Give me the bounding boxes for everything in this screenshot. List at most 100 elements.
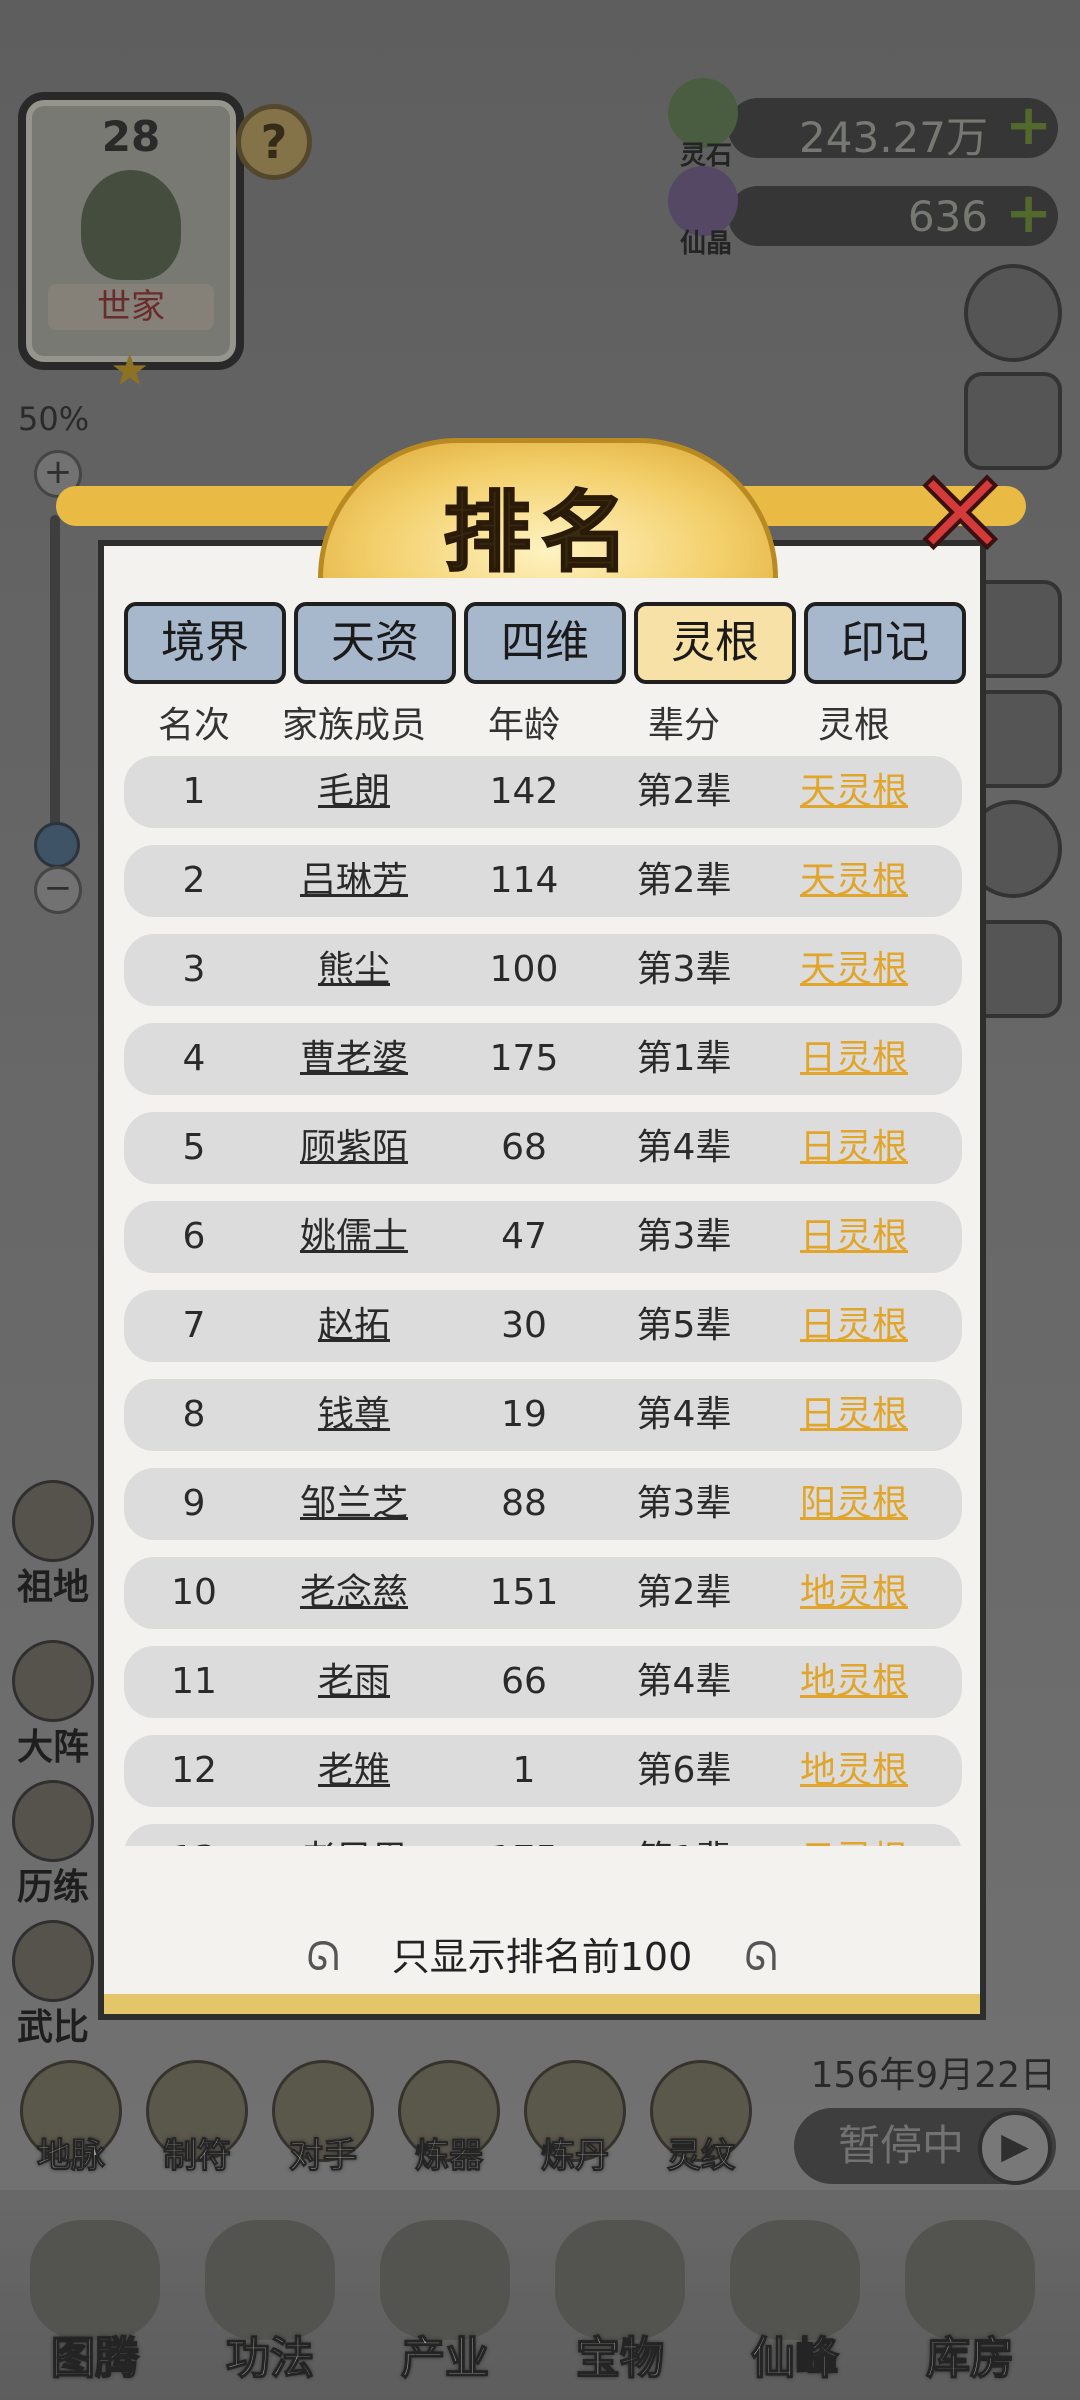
member-name-link[interactable]: 老雉 — [254, 1735, 454, 1807]
spirit-root-link[interactable]: 天灵根 — [764, 845, 944, 917]
play-icon[interactable]: ▶ — [978, 2111, 1052, 2185]
ranking-row[interactable]: 4 曹老婆 175 第1辈 日灵根 — [124, 1023, 962, 1095]
ranking-row[interactable]: 2 吕琳芳 114 第2辈 天灵根 — [124, 845, 962, 917]
function-forging[interactable]: 炼器 — [394, 2060, 504, 2211]
settings-icon[interactable] — [964, 264, 1062, 362]
ranking-row[interactable]: 6 姚儒士 47 第3辈 日灵根 — [124, 1201, 962, 1273]
function-label: 对手 — [289, 2136, 358, 2177]
close-button[interactable]: ✕ — [908, 454, 1013, 578]
pause-button[interactable]: 暂停中 ▶ — [794, 2108, 1056, 2185]
row-rank: 6 — [182, 1216, 206, 1257]
family-rank-title: 世家 — [48, 284, 214, 330]
nav-techniques[interactable]: 功法 — [185, 2220, 355, 2386]
left-item-ancestral-land[interactable]: 祖地 — [10, 1480, 96, 1610]
tab-mark[interactable]: 印记 — [804, 602, 966, 684]
nav-treasures[interactable]: 宝物 — [535, 2220, 705, 2386]
ranking-row[interactable]: 1 毛朗 142 第2辈 天灵根 — [124, 756, 962, 828]
row-age: 66 — [501, 1661, 547, 1702]
member-name-link[interactable]: 钱尊 — [254, 1379, 454, 1451]
member-name-link[interactable]: 赵拓 — [254, 1290, 454, 1362]
member-name-link[interactable]: 熊尘 — [254, 934, 454, 1006]
spirit-root-link[interactable]: 地灵根 — [764, 1646, 944, 1718]
row-age: 175 — [489, 1038, 559, 1079]
star-icon: ★ — [110, 345, 150, 396]
function-opponent[interactable]: 对手 — [268, 2060, 378, 2211]
ranking-row[interactable]: 7 赵拓 30 第5辈 日灵根 — [124, 1290, 962, 1362]
ranking-list[interactable]: 1 毛朗 142 第2辈 天灵根 2 吕琳芳 114 第2辈 天灵根 3 熊尘 100 第3辈 天灵根 4 曹老… — [124, 756, 964, 1846]
row-age: 68 — [501, 1127, 547, 1168]
ranking-footnote: ᘏ 只显示排名前100 ᘏ — [104, 1926, 980, 1981]
spirit-root-link[interactable]: 地灵根 — [764, 1735, 944, 1807]
function-spirit-pattern[interactable]: 灵纹 — [646, 2060, 756, 2211]
zoom-out-button[interactable]: − — [34, 866, 82, 914]
ranking-row[interactable]: 9 邹兰芝 88 第3辈 阳灵根 — [124, 1468, 962, 1540]
add-crystal-button[interactable]: + — [1005, 186, 1052, 242]
tab-four-stats[interactable]: 四维 — [464, 602, 626, 684]
nav-industry[interactable]: 产业 — [360, 2220, 530, 2386]
function-talisman[interactable]: 制符 — [142, 2060, 252, 2211]
column-header-generation: 辈分 — [647, 705, 720, 746]
row-generation: 第1辈 — [604, 1824, 764, 1846]
help-button[interactable]: ? — [236, 104, 312, 180]
left-item-martial-contest[interactable]: 武比 — [10, 1920, 96, 2050]
nav-label: 仙峰 — [750, 2332, 840, 2385]
member-name-link[interactable]: 老雨 — [254, 1646, 454, 1718]
function-earth-vein[interactable]: 地脉 — [16, 2060, 126, 2211]
ranking-row[interactable]: 3 熊尘 100 第3辈 天灵根 — [124, 934, 962, 1006]
left-item-label: 武比 — [16, 2007, 89, 2048]
nav-storehouse[interactable]: 库房 — [885, 2220, 1055, 2386]
ranking-row[interactable]: 5 顾紫陌 68 第4辈 日灵根 — [124, 1112, 962, 1184]
add-spirit-stone-button[interactable]: + — [1005, 98, 1052, 154]
left-item-formation[interactable]: 大阵 — [10, 1640, 96, 1770]
spirit-root-link[interactable]: 天灵根 — [764, 756, 944, 828]
ranking-row[interactable]: 13老凤凰175 第1辈日灵根 — [124, 1824, 962, 1846]
member-name-link[interactable]: 曹老婆 — [254, 1023, 454, 1095]
spirit-root-link[interactable]: 日灵根 — [764, 1201, 944, 1273]
bottom-nav: 图腾 功法 产业 宝物 仙峰 库房 — [0, 2190, 1080, 2400]
game-date: 156年9月22日 — [810, 2055, 1056, 2096]
row-generation: 第3辈 — [636, 1216, 732, 1257]
zoom-slider-knob[interactable] — [34, 822, 80, 868]
member-name-link[interactable]: 顾紫陌 — [254, 1112, 454, 1184]
member-name-link[interactable]: 邹兰芝 — [254, 1468, 454, 1540]
member-name-link[interactable]: 老念慈 — [254, 1557, 454, 1629]
tree-icon — [81, 170, 181, 280]
member-name-link[interactable]: 老凤凰 — [254, 1824, 454, 1846]
nav-totem[interactable]: 图腾 — [10, 2220, 180, 2386]
spirit-root-link[interactable]: 日灵根 — [764, 1290, 944, 1362]
ranking-row[interactable]: 10 老念慈 151 第2辈 地灵根 — [124, 1557, 962, 1629]
family-emblem[interactable]: 28 世家 ★ — [18, 92, 244, 396]
spirit-root-link[interactable]: 天灵根 — [764, 934, 944, 1006]
row-generation: 第3辈 — [636, 1483, 732, 1524]
function-label: 地脉 — [37, 2136, 106, 2177]
ranking-row[interactable]: 8 钱尊 19 第4辈 日灵根 — [124, 1379, 962, 1451]
column-header-member: 家族成员 — [281, 705, 426, 746]
spirit-root-link[interactable]: 日灵根 — [764, 1112, 944, 1184]
tab-realm[interactable]: 境界 — [124, 602, 286, 684]
row-age: 30 — [501, 1305, 547, 1346]
footnote-text: 只显示排名前100 — [391, 1935, 693, 1979]
spirit-root-link[interactable]: 地灵根 — [764, 1557, 944, 1629]
tab-talent[interactable]: 天资 — [294, 602, 456, 684]
spirit-root-link[interactable]: 日灵根 — [764, 1824, 944, 1846]
row-rank: 1 — [182, 771, 206, 812]
column-header-age: 年龄 — [487, 705, 560, 746]
ranking-row[interactable]: 12 老雉 1 第6辈 地灵根 — [124, 1735, 962, 1807]
row-rank: 2 — [182, 860, 206, 901]
row-generation: 第6辈 — [636, 1750, 732, 1791]
member-name-link[interactable]: 吕琳芳 — [254, 845, 454, 917]
ranking-row[interactable]: 11 老雨 66 第4辈 地灵根 — [124, 1646, 962, 1718]
row-generation: 第4辈 — [636, 1661, 732, 1702]
spirit-root-link[interactable]: 阳灵根 — [764, 1468, 944, 1540]
function-label: 灵纹 — [667, 2136, 736, 2177]
row-generation: 第2辈 — [636, 771, 732, 812]
row-age: 114 — [489, 860, 559, 901]
spirit-root-link[interactable]: 日灵根 — [764, 1023, 944, 1095]
nav-immortal-peak[interactable]: 仙峰 — [710, 2220, 880, 2386]
spirit-root-link[interactable]: 日灵根 — [764, 1379, 944, 1451]
left-item-training[interactable]: 历练 — [10, 1780, 96, 1910]
member-name-link[interactable]: 毛朗 — [254, 756, 454, 828]
tab-spirit-root[interactable]: 灵根 — [634, 602, 796, 684]
function-alchemy[interactable]: 炼丹 — [520, 2060, 630, 2211]
member-name-link[interactable]: 姚儒士 — [254, 1201, 454, 1273]
